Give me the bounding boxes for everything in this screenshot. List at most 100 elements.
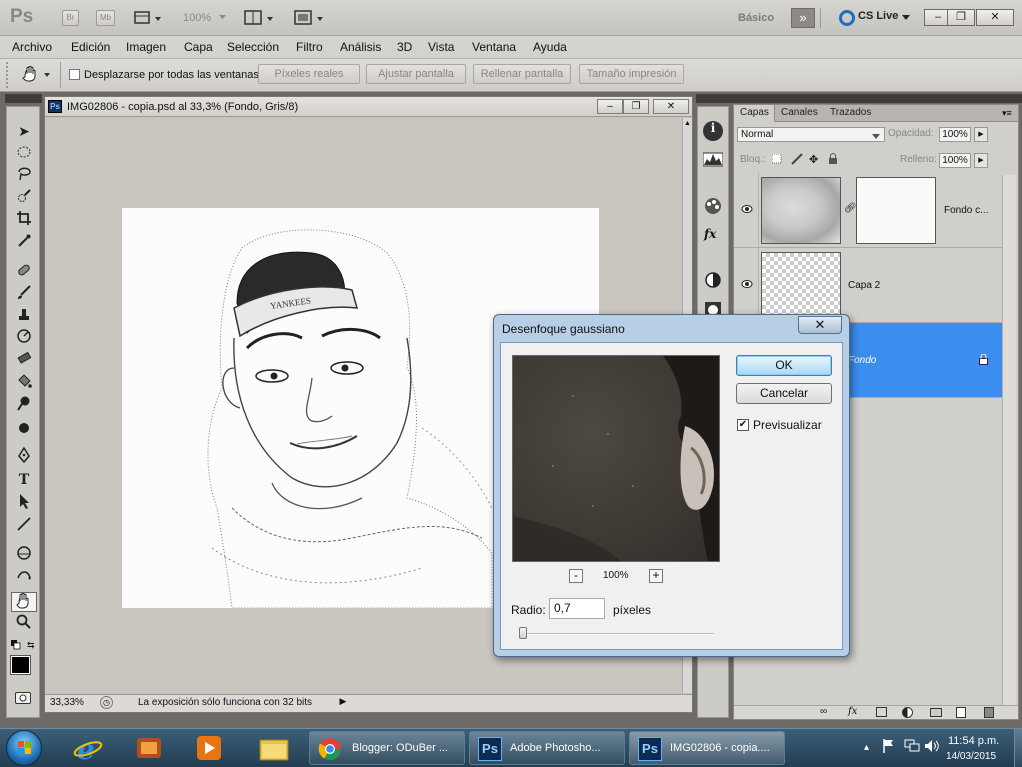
lock-position-icon[interactable]: ✥ [809, 153, 818, 166]
arrange-documents-menu[interactable] [243, 8, 279, 28]
healing-brush-tool-icon[interactable] [11, 262, 37, 282]
menu-3d[interactable]: 3D [397, 40, 412, 54]
zoom-level-menu[interactable]: 100% [183, 12, 211, 24]
zoom-tool-icon[interactable] [11, 614, 37, 634]
quick-mask-icon[interactable] [15, 692, 31, 704]
radius-slider-track[interactable] [521, 633, 714, 635]
workspace-more-button[interactable]: » [791, 8, 815, 28]
trash-icon[interactable] [984, 707, 994, 718]
fx-panel-icon[interactable]: fx [704, 227, 716, 241]
mini-bridge-button[interactable]: Mb [96, 10, 115, 26]
action-center-flag-icon[interactable] [882, 738, 896, 757]
radius-input[interactable]: 0,7 [549, 598, 605, 619]
adjustment-layer-icon[interactable] [902, 707, 913, 718]
menu-ventana[interactable]: Ventana [472, 40, 516, 54]
print-size-button[interactable]: Tamaño impresión [579, 64, 684, 84]
paint-bucket-tool-icon[interactable] [11, 373, 37, 393]
options-grip[interactable] [6, 62, 16, 88]
volume-icon[interactable] [924, 739, 940, 756]
taskbar-task-blogger[interactable]: Blogger: ODuBer ... [309, 731, 465, 765]
zoom-in-button[interactable]: + [649, 569, 663, 583]
restore-button[interactable]: ❐ [947, 9, 975, 26]
history-brush-tool-icon[interactable] [11, 328, 37, 348]
panels-header[interactable] [696, 94, 1022, 103]
fill-screen-button[interactable]: Rellenar pantalla [473, 64, 571, 84]
lock-pixels-icon[interactable] [791, 153, 803, 168]
start-button[interactable] [6, 730, 42, 766]
swap-colors-icon[interactable]: ⇆ [27, 640, 35, 651]
bridge-button[interactable]: Br [62, 10, 79, 26]
3d-rotate-tool-icon[interactable] [11, 545, 37, 565]
layer-row[interactable]: Capa 2 [734, 248, 1002, 323]
hand-tool-icon[interactable] [11, 592, 37, 612]
layer-mask-thumbnail[interactable] [856, 177, 936, 244]
status-info-icon[interactable]: ◷ [100, 696, 113, 709]
file-explorer-icon[interactable] [252, 731, 296, 765]
eye-icon[interactable] [740, 204, 754, 216]
pen-tool-icon[interactable] [11, 446, 37, 467]
lock-transparency-icon[interactable] [771, 153, 782, 167]
layer-style-icon[interactable]: fx [848, 706, 857, 717]
opacity-input[interactable]: 100% [939, 127, 971, 142]
line-tool-icon[interactable] [11, 516, 37, 536]
eye-icon[interactable] [740, 279, 754, 291]
new-layer-icon[interactable] [956, 707, 966, 718]
fill-input[interactable]: 100% [939, 153, 971, 168]
dialog-close-button[interactable]: ✕ [798, 316, 842, 334]
info-panel-icon[interactable]: i [703, 121, 723, 141]
marquee-tool-icon[interactable] [11, 144, 37, 164]
adjustments-panel-icon[interactable] [704, 271, 722, 292]
menu-seleccion[interactable]: Selección [227, 40, 279, 54]
screen-mode-menu[interactable] [292, 8, 328, 28]
media-player-icon[interactable] [188, 731, 232, 765]
lasso-tool-icon[interactable] [11, 165, 37, 185]
view-extras-menu[interactable] [133, 8, 167, 28]
lock-all-icon[interactable] [828, 153, 838, 168]
move-tool-icon[interactable]: ➤ [11, 121, 37, 141]
clock-date[interactable]: 14/03/2015 [946, 751, 996, 762]
tab-trazados[interactable]: Trazados [830, 107, 871, 118]
foreground-color-swatch[interactable] [10, 655, 31, 675]
clone-stamp-tool-icon[interactable] [11, 306, 37, 326]
menu-vista[interactable]: Vista [428, 40, 454, 54]
quick-selection-tool-icon[interactable] [11, 188, 37, 208]
actual-pixels-button[interactable]: Píxeles reales [258, 64, 360, 84]
taskbar-task-document[interactable]: Ps IMG02806 - copia.... [629, 731, 785, 765]
dodge-tool-icon[interactable] [11, 395, 37, 415]
menu-archivo[interactable]: Archivo [12, 40, 52, 54]
show-hidden-icons-icon[interactable]: ▴ [864, 742, 869, 753]
doc-minimize-button[interactable]: – [597, 99, 623, 114]
scroll-up-icon[interactable]: ▲ [683, 120, 692, 130]
3d-orbit-tool-icon[interactable] [11, 568, 37, 588]
menu-edicion[interactable]: Edición [71, 40, 110, 54]
eyedropper-tool-icon[interactable] [11, 233, 37, 253]
type-tool-icon[interactable]: T [11, 470, 37, 490]
histogram-panel-icon[interactable] [702, 151, 724, 170]
styles-panel-icon[interactable] [703, 197, 723, 218]
opacity-slider-button[interactable]: ▶ [974, 127, 988, 142]
blend-mode-select[interactable]: Normal [737, 127, 885, 142]
layer-thumbnail[interactable] [761, 252, 841, 319]
menu-ayuda[interactable]: Ayuda [533, 40, 567, 54]
clock-time[interactable]: 11:54 p.m. [948, 735, 999, 747]
tab-canales[interactable]: Canales [781, 107, 818, 118]
tab-capas[interactable]: Capas [740, 107, 769, 118]
fit-screen-button[interactable]: Ajustar pantalla [366, 64, 466, 84]
document-titlebar[interactable]: Ps IMG02806 - copia.psd al 33,3% (Fondo,… [45, 97, 692, 117]
crop-tool-icon[interactable] [11, 210, 37, 230]
link-icon[interactable]: 🔗︎ [844, 203, 857, 214]
blur-tool-icon[interactable] [11, 420, 37, 440]
radius-slider-thumb[interactable] [519, 627, 527, 639]
path-selection-tool-icon[interactable] [11, 493, 37, 513]
media-center-icon[interactable] [128, 731, 172, 765]
default-colors-icon[interactable] [11, 640, 21, 653]
fill-slider-button[interactable]: ▶ [974, 153, 988, 168]
zoom-percentage-field[interactable]: 33,33% [50, 697, 84, 708]
eraser-tool-icon[interactable] [11, 350, 37, 370]
close-button[interactable]: ✕ [976, 9, 1014, 26]
internet-explorer-icon[interactable]: e [66, 731, 110, 766]
network-icon[interactable] [904, 739, 920, 756]
menu-imagen[interactable]: Imagen [126, 40, 166, 54]
blur-preview[interactable] [512, 355, 720, 562]
add-mask-icon[interactable] [876, 707, 887, 717]
